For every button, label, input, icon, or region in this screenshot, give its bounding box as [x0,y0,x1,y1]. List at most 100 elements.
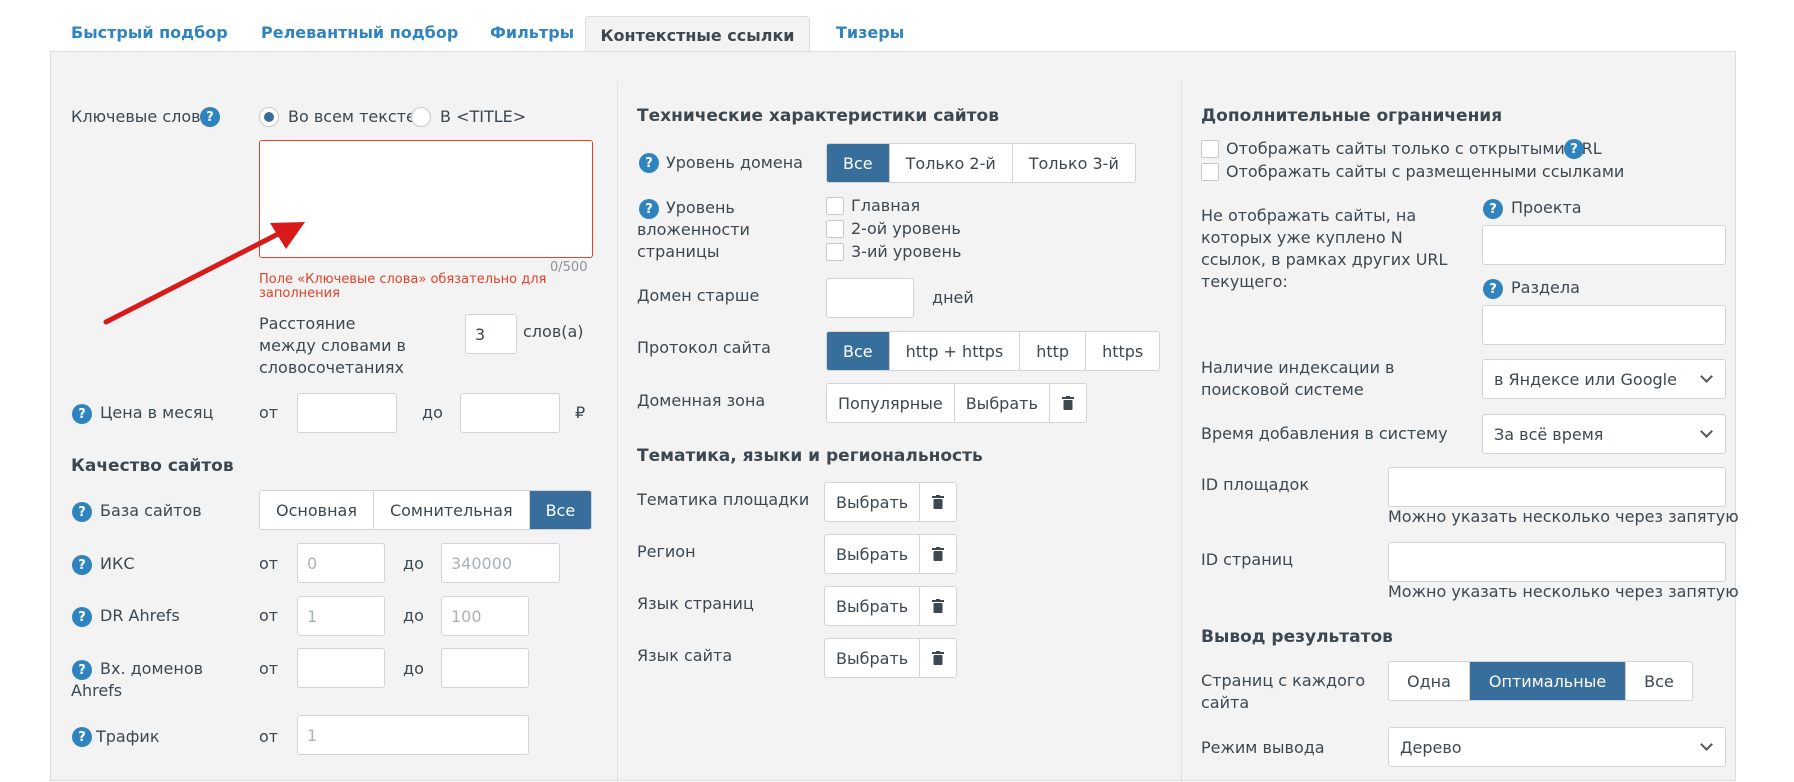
domain-level-2[interactable]: Только 2-й [890,144,1013,182]
placed-links-checkbox[interactable] [1201,163,1219,181]
annotation-arrow [103,222,305,325]
tab-quick-selection[interactable]: Быстрый подбор [71,23,228,42]
iks-from-input[interactable]: 0 [297,543,385,583]
mode-select[interactable]: Дерево [1388,727,1726,767]
pages-per-site-label: Страниц с каждого сайта [1201,671,1366,712]
zone-popular-button[interactable]: Популярные [827,384,955,422]
help-icon[interactable]: ? [200,107,220,127]
distance-input[interactable]: 3 [465,314,517,354]
nesting-level3-checkbox[interactable] [826,243,844,261]
trash-icon [1061,396,1074,410]
pages-option-optimal[interactable]: Оптимальные [1469,662,1627,700]
topic-options: Выбрать [824,482,958,522]
platform-ids-label: ID площадок [1201,475,1309,494]
section-input[interactable] [1482,305,1726,345]
page-ids-input[interactable] [1388,542,1726,582]
help-icon[interactable]: ? [72,555,92,575]
nesting-level2-label: 2-ой уровень [851,219,961,238]
pages-option-all[interactable]: Все [1626,662,1692,700]
help-icon[interactable]: ? [1483,199,1503,219]
zone-choose-button[interactable]: Выбрать [955,384,1050,422]
project-input[interactable] [1482,225,1726,265]
zone-clear-button[interactable] [1050,384,1086,422]
iks-label: ИКС [100,554,135,573]
topic-choose-button[interactable]: Выбрать [825,483,921,521]
tab-filters[interactable]: Фильтры [490,23,574,42]
tab-relevant-selection[interactable]: Релевантный подбор [261,23,458,42]
domains-from-input[interactable] [297,648,385,688]
site-lang-options: Выбрать [824,638,958,678]
dr-to-label: до [403,606,424,625]
added-select[interactable]: За всё время [1482,414,1726,454]
iks-to-input[interactable]: 340000 [441,543,560,583]
dr-from-input[interactable]: 1 [297,596,385,636]
protocol-all[interactable]: Все [827,332,890,370]
radio-title[interactable] [411,107,431,127]
base-option-main[interactable]: Основная [260,491,374,529]
price-from-label: от [259,403,279,422]
help-icon[interactable]: ? [72,727,92,747]
domains-from-label: от [259,659,279,678]
output-heading: Вывод результатов [1201,627,1393,647]
help-icon[interactable]: ? [1564,139,1584,159]
chevron-down-icon [1700,425,1713,438]
domains-to-input[interactable] [441,648,529,688]
region-label: Регион [637,542,696,561]
indexing-select[interactable]: в Яндексе или Google [1482,359,1726,399]
iks-to-label: до [403,554,424,573]
tab-teasers[interactable]: Тизеры [836,23,904,42]
page-lang-label: Язык страниц [637,594,754,613]
mode-value: Дерево [1400,737,1462,757]
page-lang-options: Выбрать [824,586,958,626]
open-url-checkbox[interactable] [1201,140,1219,158]
site-lang-choose-button[interactable]: Выбрать [825,639,921,677]
keywords-label: Ключевые слова [71,107,211,126]
traffic-label: Трафик [96,727,160,746]
protocol-http[interactable]: http [1020,332,1087,370]
platform-ids-input[interactable] [1388,467,1726,507]
topic-label: Тематика площадки [637,490,810,509]
page-lang-choose-button[interactable]: Выбрать [825,587,921,625]
base-option-doubtful[interactable]: Сомнительная [374,491,530,529]
chevron-down-icon [1700,370,1713,383]
column-divider [1181,82,1182,782]
trash-icon [932,495,945,509]
base-option-all[interactable]: Все [529,491,592,529]
help-icon[interactable]: ? [72,502,92,522]
pages-option-one[interactable]: Одна [1389,662,1470,700]
page-lang-clear-button[interactable] [920,587,956,625]
radio-all-text[interactable] [259,107,279,127]
nesting-label: Уровень вложенности страницы [637,198,750,261]
region-choose-button[interactable]: Выбрать [825,535,921,573]
domain-older-input[interactable] [826,278,914,318]
domain-level-all[interactable]: Все [827,144,890,182]
trash-icon [932,547,945,561]
protocol-options: Все http + https http https [826,331,1161,371]
traffic-from-input[interactable]: 1 [297,715,529,755]
dr-to-input[interactable]: 100 [441,596,529,636]
site-lang-clear-button[interactable] [920,639,956,677]
tab-context-links[interactable]: Контекстные ссылки [585,16,810,53]
open-url-label: Отображать сайты только с открытыми URL [1226,139,1602,158]
price-to-input[interactable] [460,393,560,433]
domain-level-3[interactable]: Только 3-й [1013,144,1135,182]
help-icon[interactable]: ? [1483,279,1503,299]
price-from-input[interactable] [297,393,397,433]
protocol-http-https[interactable]: http + https [890,332,1021,370]
pages-per-site-options: Одна Оптимальные Все [1388,661,1693,701]
domain-level-options: Все Только 2-й Только 3-й [826,143,1136,183]
indexing-label: Наличие индексации в поисковой системе [1201,358,1395,399]
nesting-main-checkbox[interactable] [826,197,844,215]
indexing-value: в Яндексе или Google [1494,369,1677,389]
region-clear-button[interactable] [920,535,956,573]
nesting-level2-checkbox[interactable] [826,220,844,238]
topic-clear-button[interactable] [920,483,956,521]
tech-heading: Технические характеристики сайтов [637,106,999,126]
help-icon[interactable]: ? [72,607,92,627]
protocol-https[interactable]: https [1086,332,1159,370]
help-icon[interactable]: ? [72,404,92,424]
project-label: Проекта [1511,198,1582,217]
page-ids-label: ID страниц [1201,550,1293,569]
help-icon[interactable]: ? [639,153,659,173]
placed-links-label: Отображать сайты с размещенными ссылками [1226,162,1625,181]
